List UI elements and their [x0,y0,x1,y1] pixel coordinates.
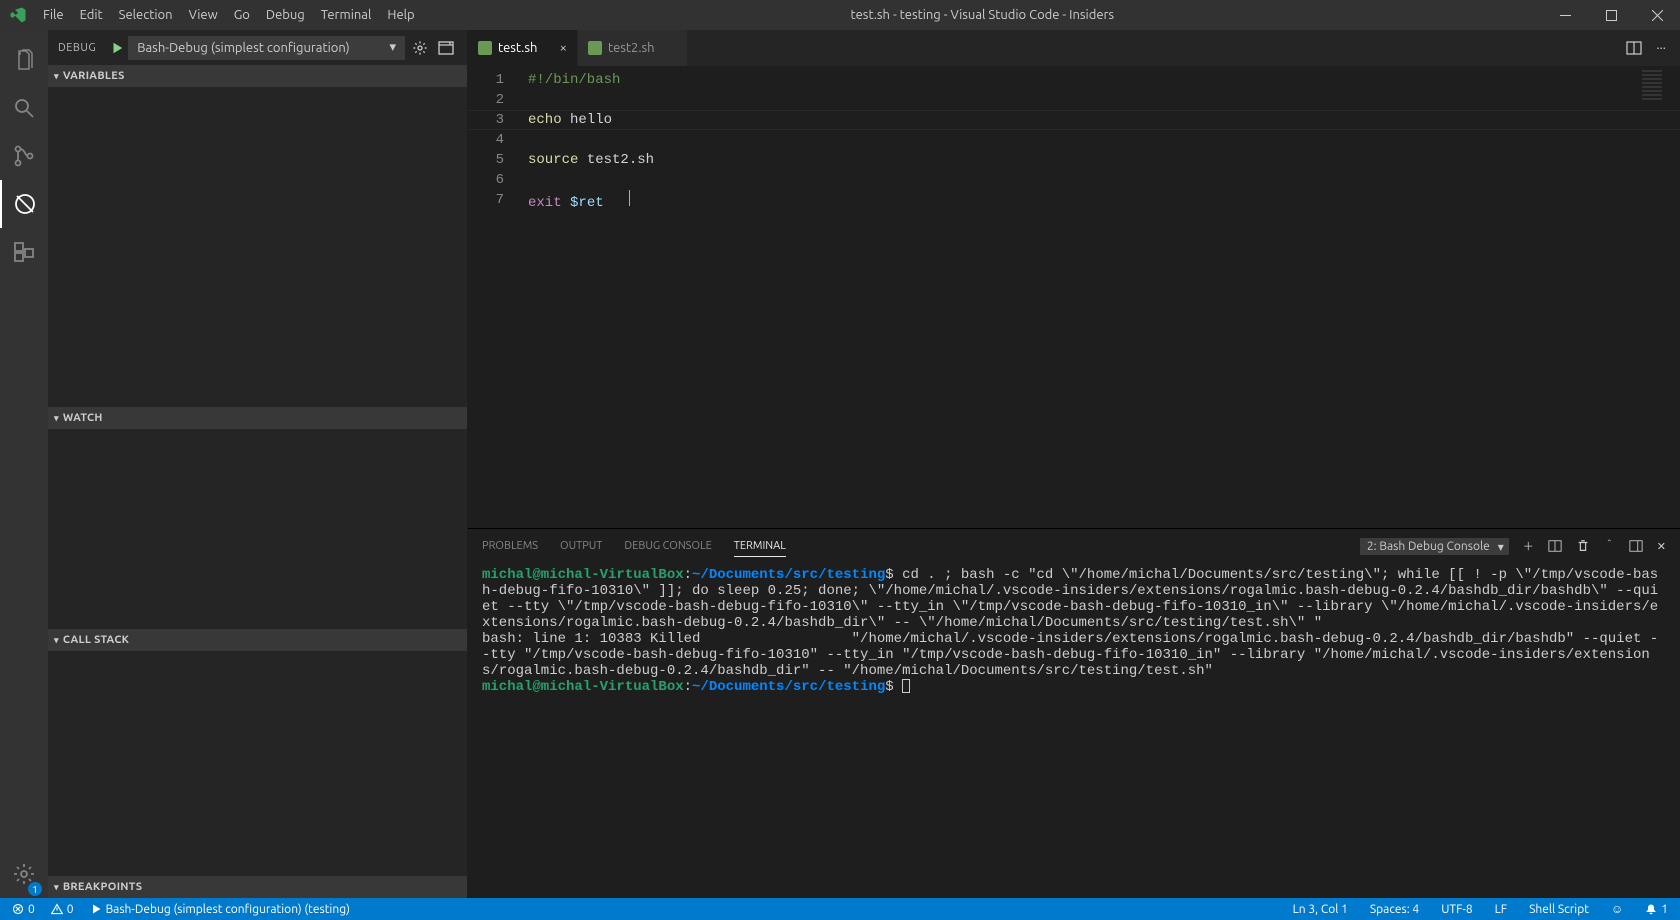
activity-bar: 1 [0,30,48,898]
window-title: test.sh - testing - Visual Studio Code -… [423,8,1542,22]
variables-header[interactable]: ▾VARIABLES [48,65,467,87]
settings-tab[interactable]: 1 [0,850,48,898]
more-actions-icon[interactable]: ··· [1656,41,1666,55]
menu-view[interactable]: View [181,0,226,30]
status-ln-col[interactable]: Ln 3, Col 1 [1289,902,1352,916]
status-eol[interactable]: LF [1491,902,1511,916]
debug-settings-icon[interactable] [409,40,431,56]
tab-test-sh[interactable]: test.sh × [468,30,578,66]
status-spaces[interactable]: Spaces: 4 [1366,902,1423,916]
split-terminal-icon[interactable] [1548,539,1562,553]
start-debug-button[interactable] [110,41,124,55]
status-bell-icon[interactable]: 1 [1641,902,1672,916]
maximize-panel-icon[interactable] [1629,539,1643,553]
close-icon[interactable]: × [560,41,567,55]
code-area[interactable]: #!/bin/bash echo hello source test2.sh e… [518,66,1680,528]
debug-label: DEBUG [58,42,106,54]
panel-tab-debug-console[interactable]: DEBUG CONSOLE [624,536,711,557]
panel-up-icon[interactable]: ＾ [1604,538,1615,554]
main-menu: FileEditSelectionViewGoDebugTerminalHelp [35,0,423,30]
new-terminal-icon[interactable]: ＋ [1523,538,1534,554]
status-errors[interactable]: 0 [8,903,39,916]
minimize-button[interactable] [1542,0,1588,30]
menu-edit[interactable]: Edit [72,0,111,30]
settings-badge: 1 [28,882,42,896]
status-feedback-icon[interactable]: ☺ [1607,902,1627,916]
menu-debug[interactable]: Debug [258,0,313,30]
status-language[interactable]: Shell Script [1525,902,1593,916]
status-bar: 0 0 Bash-Debug (simplest configuration) … [0,898,1680,920]
maximize-button[interactable] [1588,0,1634,30]
tab-test2-sh[interactable]: test2.sh [578,30,688,66]
file-icon [588,41,602,55]
debug-config-select[interactable]: Bash-Debug (simplest configuration)▾ [128,36,405,60]
close-button[interactable] [1634,0,1680,30]
scm-tab[interactable] [0,132,48,180]
titlebar: FileEditSelectionViewGoDebugTerminalHelp… [0,0,1680,30]
menu-help[interactable]: Help [379,0,422,30]
menu-selection[interactable]: Selection [111,0,181,30]
variables-body [48,87,467,407]
line-gutter: 1234567 [468,66,518,528]
panel-tab-output[interactable]: OUTPUT [560,536,602,557]
split-editor-icon[interactable] [1626,40,1642,56]
explorer-tab[interactable] [0,36,48,84]
tab-label: test2.sh [608,41,655,55]
vscode-logo-icon [0,6,35,24]
editor-tabbar: test.sh × test2.sh ··· [468,30,1680,66]
status-debug-target[interactable]: Bash-Debug (simplest configuration) (tes… [86,903,354,916]
menu-go[interactable]: Go [226,0,258,30]
extensions-tab[interactable] [0,228,48,276]
kill-terminal-icon[interactable] [1576,539,1590,553]
status-encoding[interactable]: UTF-8 [1437,902,1476,916]
panel-tab-terminal[interactable]: TERMINAL [734,536,786,557]
debug-sidebar: DEBUG Bash-Debug (simplest configuration… [48,30,468,898]
search-tab[interactable] [0,84,48,132]
debug-console-icon[interactable] [435,40,457,56]
minimap[interactable] [1642,70,1662,100]
panel-tab-problems[interactable]: PROBLEMS [482,536,538,557]
watch-body [48,429,467,629]
menu-terminal[interactable]: Terminal [313,0,380,30]
watch-header[interactable]: ▾WATCH [48,407,467,429]
callstack-header[interactable]: ▾CALL STACK [48,629,467,651]
terminal-body[interactable]: michal@michal-VirtualBox:~/Documents/src… [468,563,1680,898]
status-warnings[interactable]: 0 [47,903,78,916]
callstack-body [48,651,467,876]
menu-file[interactable]: File [35,0,72,30]
editor[interactable]: 1234567 #!/bin/bash echo hello source te… [468,66,1680,528]
tab-label: test.sh [498,41,537,55]
debug-tab[interactable] [0,180,48,228]
file-icon [478,41,492,55]
breakpoints-header[interactable]: ▾BREAKPOINTS [48,876,467,898]
bottom-panel: PROBLEMS OUTPUT DEBUG CONSOLE TERMINAL 2: B… [468,528,1680,898]
close-panel-icon[interactable]: ✕ [1657,540,1666,553]
terminal-select[interactable]: 2: Bash Debug Console [1360,538,1509,555]
